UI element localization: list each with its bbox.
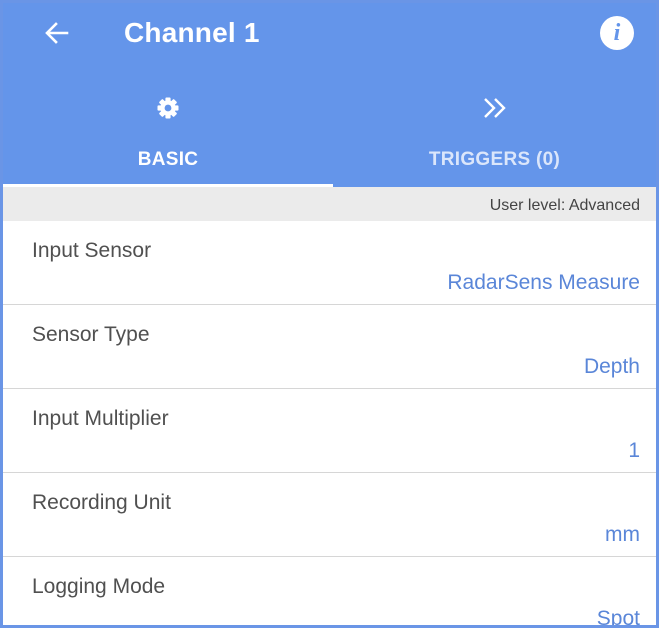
setting-input-multiplier[interactable]: Input Multiplier 1: [3, 389, 656, 473]
app-frame: Channel 1 i BASIC TRIGGERS (0) User leve…: [0, 0, 659, 628]
setting-logging-mode[interactable]: Logging Mode Spot: [3, 557, 656, 628]
setting-value: Spot: [596, 607, 640, 628]
back-arrow-icon: [45, 22, 69, 44]
setting-label: Input Sensor: [32, 239, 152, 262]
setting-input-sensor[interactable]: Input Sensor RadarSens Measure: [3, 221, 656, 305]
tab-triggers-label: TRIGGERS (0): [428, 149, 561, 170]
setting-value: 1: [628, 439, 640, 462]
info-button[interactable]: i: [600, 16, 634, 50]
setting-value: Depth: [583, 355, 640, 378]
setting-label: Input Multiplier: [32, 407, 169, 430]
double-chevron-right-icon: [480, 93, 510, 123]
setting-label: Recording Unit: [32, 491, 171, 514]
setting-label: Logging Mode: [32, 575, 166, 598]
user-level-bar: User level: Advanced: [3, 187, 656, 221]
back-button[interactable]: [39, 15, 75, 51]
setting-recording-unit[interactable]: Recording Unit mm: [3, 473, 656, 557]
gear-icon: [153, 93, 183, 123]
user-level-text: User level: Advanced: [489, 197, 640, 214]
setting-value: mm: [605, 523, 640, 546]
tab-triggers[interactable]: TRIGGERS (0): [333, 87, 656, 187]
app-bar: Channel 1 i BASIC TRIGGERS (0): [3, 3, 656, 187]
page-title: Channel 1: [124, 17, 260, 48]
setting-value: RadarSens Measure: [447, 271, 640, 294]
setting-sensor-type[interactable]: Sensor Type Depth: [3, 305, 656, 389]
tab-basic-label: BASIC: [137, 149, 199, 170]
settings-list: Input Sensor RadarSens Measure Sensor Ty…: [3, 221, 656, 628]
setting-label: Sensor Type: [32, 323, 150, 346]
tab-basic[interactable]: BASIC: [3, 87, 333, 187]
info-icon: i: [613, 19, 621, 46]
